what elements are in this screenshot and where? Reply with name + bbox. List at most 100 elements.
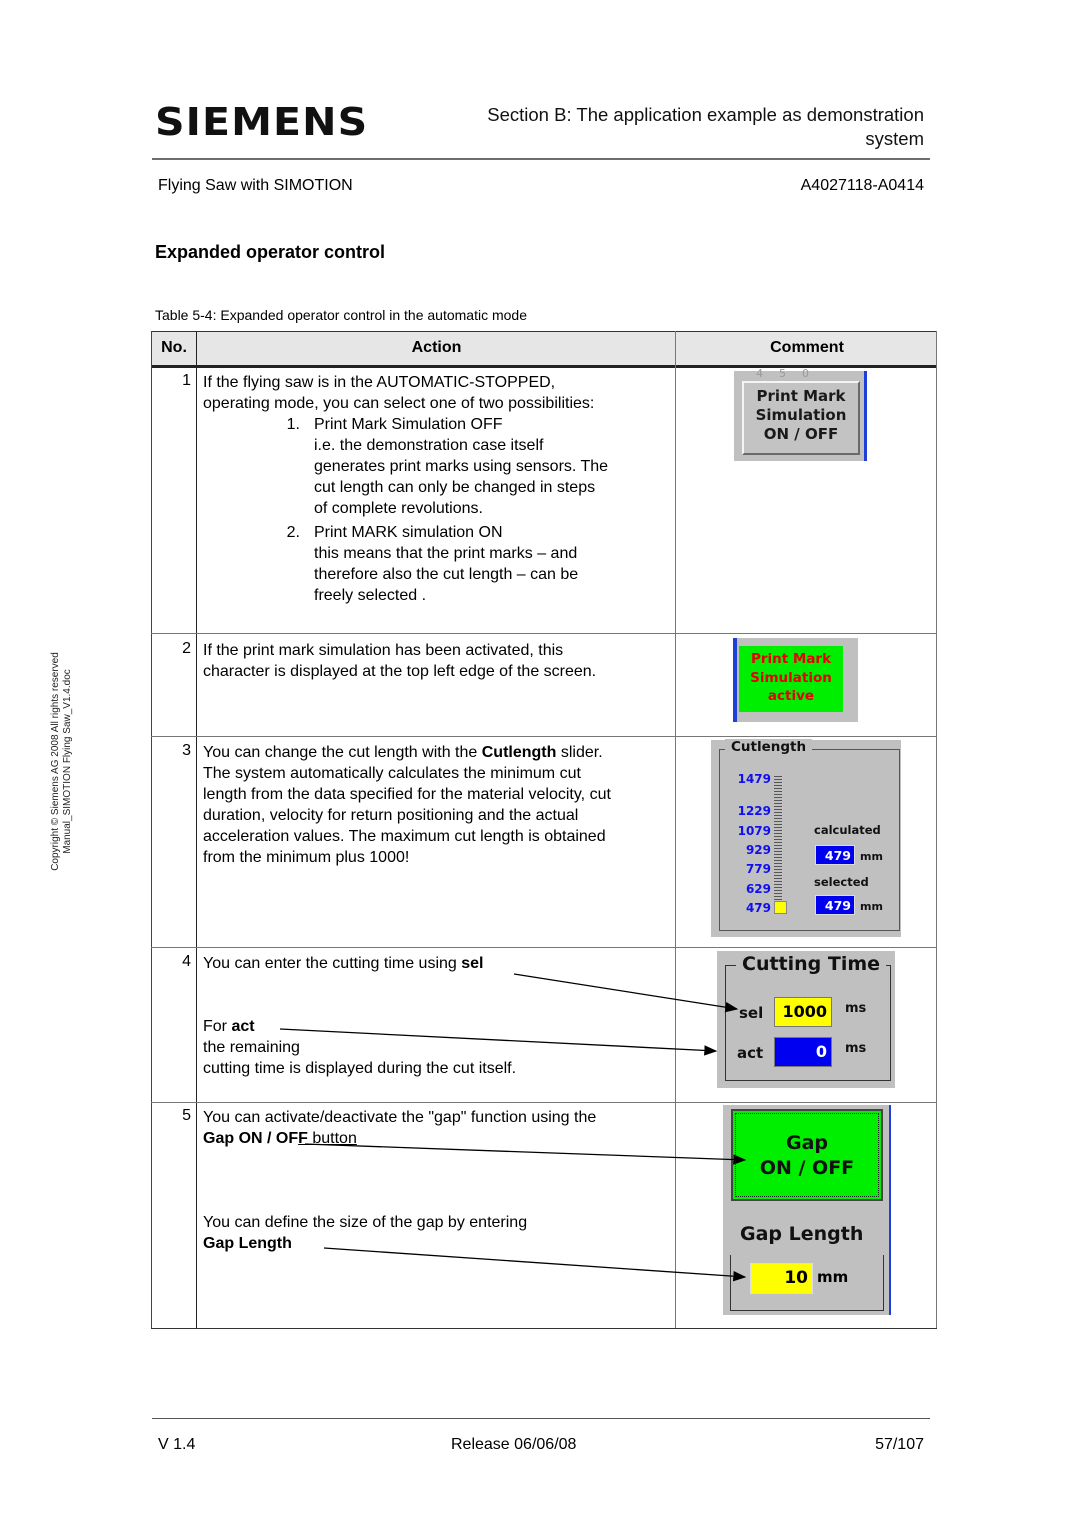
document-name: Flying Saw with SIMOTION xyxy=(158,177,353,194)
gap-toggle-button[interactable]: Gap ON / OFF xyxy=(731,1109,883,1201)
button-label: Simulation xyxy=(755,406,847,424)
cutting-time-title: Cutting Time xyxy=(736,953,887,975)
unit-label: ms xyxy=(845,1041,867,1056)
slider-thumb[interactable] xyxy=(774,901,787,914)
button-label: Print Mark xyxy=(756,387,846,405)
selected-label: selected xyxy=(814,875,869,889)
table-caption: Table 5-4: Expanded operator control in … xyxy=(155,307,528,323)
row-number: 1 xyxy=(182,372,191,389)
unit-label: mm xyxy=(860,850,883,863)
slider-tick-label: 929 xyxy=(745,842,771,857)
column-header-action: Action xyxy=(411,339,462,356)
action-text: The system automatically calculates the … xyxy=(203,765,581,782)
badge-text: Print Mark xyxy=(750,651,832,667)
row-action: If the print mark simulation has been ac… xyxy=(203,640,683,682)
gap-toggle-term: Gap ON / OF xyxy=(203,1130,299,1147)
list-text: Print MARK simulation ON this means that… xyxy=(300,522,578,606)
badge-text: Simulation xyxy=(750,669,832,686)
filename-line: Manual_SIMOTION Flying Saw_V1.4.doc xyxy=(62,669,73,854)
row-divider xyxy=(151,947,937,948)
option-line: cut length can only be changed in steps xyxy=(314,479,596,496)
list-number: 2. xyxy=(286,524,300,541)
gap-panel: Gap ON / OFF Gap Length 10 mm xyxy=(723,1105,891,1315)
row-number: 3 xyxy=(182,742,191,759)
text-run: You can change the cut length with the xyxy=(203,744,482,761)
row-action: You can change the cut length with the C… xyxy=(203,742,673,868)
act-label: act xyxy=(737,1044,764,1062)
table-border-left xyxy=(151,331,152,1329)
text-run: slider. xyxy=(556,744,603,761)
row-number: 4 xyxy=(182,953,191,970)
text-run: button xyxy=(307,1130,357,1147)
action-text: If the print mark simulation has been ac… xyxy=(203,642,564,659)
row-number: 2 xyxy=(182,640,191,657)
gap-length-term: Gap Length xyxy=(203,1235,292,1252)
unit-label: mm xyxy=(860,900,883,913)
column-header-comment: Comment xyxy=(770,339,844,356)
action-text: You can define the size of the gap by en… xyxy=(203,1214,528,1231)
option-title: Print Mark Simulation OFF xyxy=(314,416,503,433)
slider-tick-label: 479 xyxy=(745,901,771,915)
section-title-line2: system xyxy=(865,128,924,149)
text-run: For xyxy=(203,1018,232,1035)
calculated-label: calculated xyxy=(814,823,881,837)
slider-tick-label: 779 xyxy=(745,862,771,877)
column-divider xyxy=(196,331,197,1329)
option-line: freely selected . xyxy=(314,587,427,604)
slider-tick-label: 1229 xyxy=(737,804,771,819)
table-border-bottom xyxy=(151,1328,937,1329)
action-text: acceleration values. The maximum cut len… xyxy=(203,828,606,845)
print-mark-simulation-toggle-button[interactable]: Print Mark Simulation ON / OFF xyxy=(742,381,860,455)
row-divider xyxy=(151,633,937,634)
text-run: You can enter the cutting time using xyxy=(203,955,462,972)
row-action: You can activate/deactivate the "gap" fu… xyxy=(203,1107,673,1254)
action-text: If the flying saw is in the AUTOMATIC-ST… xyxy=(203,374,556,391)
slider-scale: 1479 1229 1079 929 779 629 479 xyxy=(711,740,771,940)
act-time-display: 0 xyxy=(774,1037,832,1067)
row-divider xyxy=(151,1102,937,1103)
row-divider xyxy=(151,736,937,737)
option-title: Print MARK simulation ON xyxy=(314,524,503,541)
action-text: duration, velocity for return positionin… xyxy=(203,807,579,824)
action-text: You can enter the cutting time using sel xyxy=(203,953,673,974)
option-line: generates print marks using sensors. The xyxy=(314,458,609,475)
slider-tick-label: 1079 xyxy=(737,823,771,838)
document-id: A4027118-A0414 xyxy=(800,177,924,194)
column-header-no: No. xyxy=(161,339,187,356)
action-text: You can change the cut length with the C… xyxy=(203,742,673,763)
action-text: For act xyxy=(203,1016,673,1037)
cutting-time-panel: Cutting Time sel 1000 ms act 0 ms xyxy=(717,951,895,1088)
action-text: the remaining xyxy=(203,1039,300,1056)
badge-text: active xyxy=(767,688,815,704)
list-item: 1. Print Mark Simulation OFF i.e. the de… xyxy=(203,414,673,519)
table-border-right xyxy=(936,331,937,1329)
unit-label: ms xyxy=(845,1001,867,1016)
cutlength-panel: Cutlength 1479 1229 1079 929 779 629 479 calcu… xyxy=(711,739,901,940)
action-text: operating mode, you can select one of tw… xyxy=(203,395,595,412)
header-divider xyxy=(152,158,930,160)
siemens-logo: SIEMENS xyxy=(155,100,369,144)
row-action: If the flying saw is in the AUTOMATIC-ST… xyxy=(203,372,673,606)
footer-version: V 1.4 xyxy=(158,1436,196,1453)
act-term: act xyxy=(231,1018,255,1035)
selected-value-field[interactable]: 479 xyxy=(815,895,855,915)
slider-track[interactable] xyxy=(774,776,782,906)
list-text: Print Mark Simulation OFF i.e. the demon… xyxy=(300,414,608,519)
gap-toggle-term: F xyxy=(298,1130,308,1147)
print-mark-active-indicator: Print Mark Simulation active xyxy=(733,638,858,722)
cutlength-term: Cutlength xyxy=(481,744,557,761)
option-line: this means that the print marks – and xyxy=(314,545,578,562)
action-text: cutting time is displayed during the cut… xyxy=(203,1060,517,1077)
button-label: Gap xyxy=(785,1132,829,1154)
print-mark-simulation-widget: 450 500 Print Mark Simulation ON / OFF xyxy=(734,367,867,461)
slider-tick-label: 1479 xyxy=(737,772,771,786)
option-line: of complete revolutions. xyxy=(314,500,483,517)
button-label: ON / OFF xyxy=(763,425,839,443)
sel-time-input[interactable]: 1000 xyxy=(774,997,832,1027)
list-number: 1. xyxy=(286,416,300,433)
action-text: Gap ON / OFF button xyxy=(203,1128,673,1149)
action-text: Gap Length xyxy=(203,1233,673,1254)
gap-length-input[interactable]: 10 xyxy=(750,1263,813,1294)
slider-tick-label: 629 xyxy=(745,881,771,896)
calculated-value-field: 479 xyxy=(815,845,855,865)
